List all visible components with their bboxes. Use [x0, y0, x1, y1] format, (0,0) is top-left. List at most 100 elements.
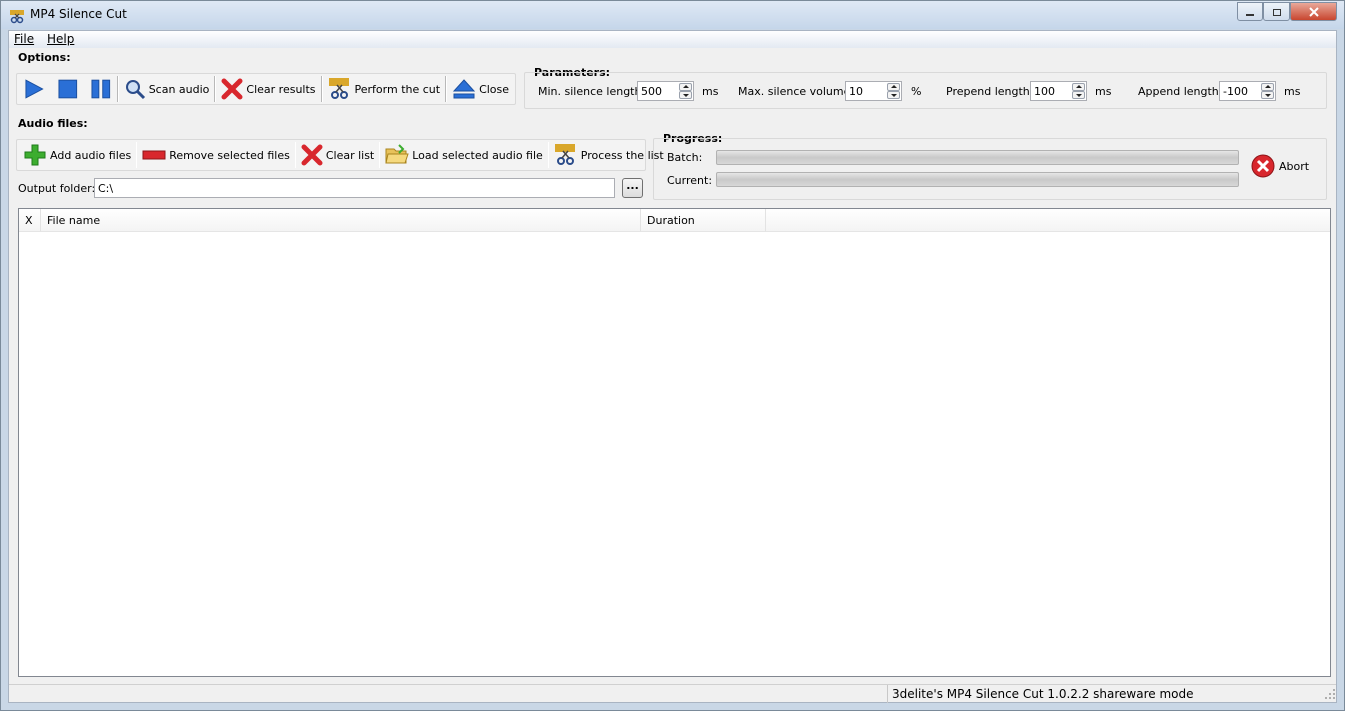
toolbar-separator: [547, 142, 549, 168]
output-folder-input[interactable]: C:\: [94, 178, 615, 198]
abort-button[interactable]: Abort: [1251, 154, 1309, 178]
column-header-duration[interactable]: Duration: [641, 209, 766, 232]
stepper-down-icon[interactable]: [1072, 91, 1085, 99]
max-volume-value: 10: [849, 85, 863, 98]
close-icon: [1308, 6, 1319, 17]
minimize-icon: [1246, 13, 1254, 16]
append-unit: ms: [1284, 85, 1301, 98]
remove-selected-files-button[interactable]: Remove selected files: [142, 148, 290, 162]
process-list-button[interactable]: Process the list: [554, 143, 664, 167]
minimize-button[interactable]: [1237, 2, 1263, 21]
append-stepper[interactable]: [1261, 83, 1274, 99]
remove-icon: [142, 150, 166, 160]
toolbar-separator: [379, 142, 381, 168]
load-selected-label: Load selected audio file: [412, 148, 543, 162]
restore-icon: [1272, 8, 1281, 16]
min-silence-value: 500: [641, 85, 662, 98]
prepend-label: Prepend length:: [946, 85, 1034, 98]
progress-group: [653, 138, 1327, 200]
output-folder-value: C:\: [98, 182, 114, 195]
batch-progress-bar: [716, 150, 1239, 165]
abort-label: Abort: [1279, 159, 1310, 173]
red-x-icon: [221, 78, 243, 100]
max-volume-unit: %: [911, 85, 922, 98]
status-text: 3delite's MP4 Silence Cut 1.0.2.2 sharew…: [887, 685, 1327, 703]
open-folder-icon: [385, 144, 409, 164]
close-window-button[interactable]: [1290, 2, 1337, 21]
play-icon[interactable]: [23, 78, 45, 100]
stepper-down-icon[interactable]: [679, 91, 692, 99]
mp4-scissors-icon: [554, 144, 575, 165]
eject-icon: [452, 79, 476, 99]
stepper-up-icon[interactable]: [679, 83, 692, 91]
stepper-up-icon[interactable]: [887, 83, 900, 91]
maximize-button[interactable]: [1263, 2, 1290, 21]
prepend-value: 100: [1034, 85, 1055, 98]
min-silence-stepper[interactable]: [679, 83, 692, 99]
abort-icon: [1251, 154, 1275, 178]
red-x-icon: [301, 144, 323, 166]
append-label: Append length:: [1138, 85, 1223, 98]
append-input[interactable]: -100: [1219, 81, 1276, 101]
stepper-up-icon[interactable]: [1072, 83, 1085, 91]
column-header-filler: [766, 209, 1330, 232]
options-toolbar: Scan audio Clear results Perform the cut…: [16, 73, 516, 105]
clear-results-label: Clear results: [246, 82, 316, 96]
clear-results-button[interactable]: Clear results: [221, 78, 316, 100]
toolbar-separator: [116, 76, 119, 102]
load-selected-audio-button[interactable]: Load selected audio file: [385, 144, 543, 166]
add-audio-files-label: Add audio files: [50, 148, 132, 162]
min-silence-unit: ms: [702, 85, 719, 98]
menu-help[interactable]: Help: [47, 32, 74, 46]
browse-folder-button[interactable]: ...: [622, 178, 643, 198]
menu-file[interactable]: File: [14, 32, 34, 46]
process-list-label: Process the list: [580, 148, 664, 162]
append-value: -100: [1223, 85, 1248, 98]
clear-list-button[interactable]: Clear list: [301, 144, 374, 166]
prepend-unit: ms: [1095, 85, 1112, 98]
prepend-stepper[interactable]: [1072, 83, 1085, 99]
file-list-table[interactable]: X File name Duration: [18, 208, 1331, 677]
max-volume-input[interactable]: 10: [845, 81, 902, 101]
status-bar: 3delite's MP4 Silence Cut 1.0.2.2 sharew…: [9, 684, 1336, 703]
audio-files-toolbar: Add audio files Remove selected files Cl…: [16, 139, 664, 171]
scan-icon: [125, 80, 145, 100]
current-label: Current:: [667, 174, 713, 187]
toolbar-separator: [294, 142, 296, 168]
mp4-scissors-icon: [328, 78, 349, 99]
toolbar-separator: [445, 76, 448, 102]
stop-icon[interactable]: [57, 78, 79, 100]
status-cell-empty: [9, 685, 887, 703]
app-icon: [10, 10, 24, 24]
scan-audio-button[interactable]: Scan audio: [124, 78, 209, 100]
max-volume-label: Max. silence volume:: [738, 85, 855, 98]
title-bar[interactable]: MP4 Silence Cut: [1, 1, 1344, 29]
clear-list-label: Clear list: [325, 148, 375, 162]
max-volume-stepper[interactable]: [887, 83, 900, 99]
stepper-down-icon[interactable]: [1261, 91, 1274, 99]
add-audio-files-button[interactable]: Add audio files: [23, 143, 131, 167]
close-button[interactable]: Close: [452, 77, 509, 101]
column-header-x[interactable]: X: [19, 209, 41, 232]
audio-files-label: Audio files:: [18, 117, 88, 130]
min-silence-label: Min. silence length:: [538, 85, 646, 98]
pause-icon[interactable]: [90, 78, 112, 100]
menu-help-label: Help: [47, 32, 75, 46]
batch-label: Batch:: [667, 151, 703, 164]
browse-label: ...: [626, 179, 639, 192]
prepend-input[interactable]: 100: [1030, 81, 1087, 101]
column-header-file-name[interactable]: File name: [41, 209, 641, 232]
output-folder-label: Output folder:: [18, 182, 96, 195]
perform-cut-button[interactable]: Perform the cut: [328, 77, 440, 101]
menu-bar: File Help: [9, 31, 1336, 48]
min-silence-input[interactable]: 500: [637, 81, 694, 101]
stepper-down-icon[interactable]: [887, 91, 900, 99]
resize-grip-icon[interactable]: [1325, 689, 1336, 700]
menu-file-label: File: [14, 32, 35, 46]
current-progress-bar: [716, 172, 1239, 187]
window-title: MP4 Silence Cut: [30, 7, 127, 21]
options-label: Options:: [18, 51, 71, 64]
add-icon: [24, 144, 46, 166]
close-label: Close: [479, 82, 510, 96]
stepper-up-icon[interactable]: [1261, 83, 1274, 91]
